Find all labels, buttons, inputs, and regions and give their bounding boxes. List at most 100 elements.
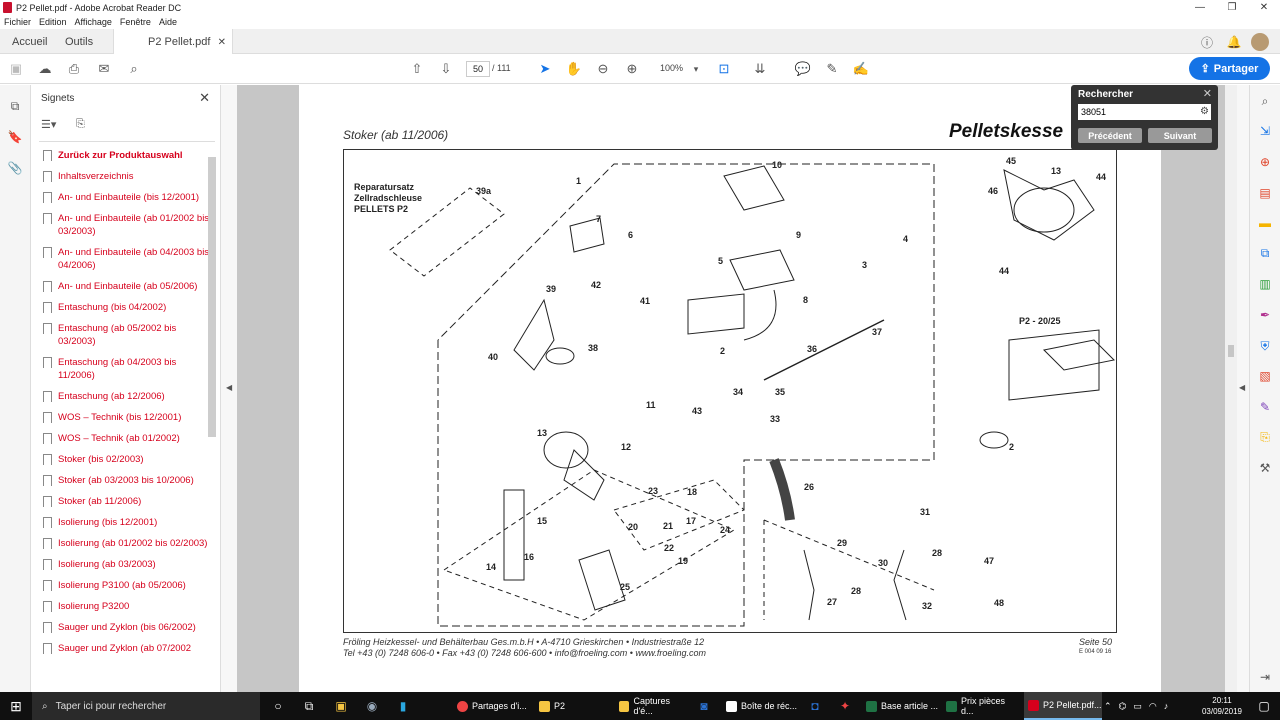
- redact-icon[interactable]: ▧: [1257, 368, 1273, 384]
- scrollbar-thumb[interactable]: [1228, 345, 1234, 357]
- minimize-icon[interactable]: —: [1184, 0, 1216, 15]
- app-icon[interactable]: ▮: [393, 697, 413, 715]
- taskbar-app-chrome[interactable]: Partages d'i...: [453, 692, 529, 720]
- tab-close-icon[interactable]: ✕: [218, 37, 226, 48]
- tab-tools[interactable]: Outils: [65, 29, 93, 54]
- collapse-tools-icon[interactable]: ⇥: [1257, 669, 1273, 685]
- export-pdf-icon[interactable]: ⇲: [1257, 123, 1273, 139]
- next-page-icon[interactable]: ⇩: [437, 60, 455, 78]
- store-icon[interactable]: ▣: [331, 697, 351, 715]
- page-number-input[interactable]: 50: [466, 61, 490, 77]
- more-tools-icon[interactable]: ⚒: [1257, 460, 1273, 476]
- taskbar-app-excel[interactable]: Prix pièces d...: [942, 692, 1020, 720]
- list-item[interactable]: Inhaltsverzeichnis: [43, 170, 211, 183]
- gear-icon[interactable]: ⚙: [1200, 106, 1209, 117]
- wifi-icon[interactable]: ◠: [1149, 701, 1157, 712]
- zoom-out-icon[interactable]: ⊖: [594, 60, 612, 78]
- fit-page-icon[interactable]: ⊡: [715, 60, 733, 78]
- highlight-pen-icon[interactable]: ✎: [823, 60, 841, 78]
- hand-tool-icon[interactable]: ✋: [565, 60, 583, 78]
- zoom-in-icon[interactable]: ⊕: [623, 60, 641, 78]
- collapse-right-icon[interactable]: ◀: [1239, 383, 1245, 392]
- zoom-tool-icon[interactable]: ⌕: [1257, 93, 1273, 109]
- compress-icon[interactable]: ▥: [1257, 276, 1273, 292]
- bookmark-icon[interactable]: 🔖: [7, 129, 23, 145]
- search-icon[interactable]: ⌕: [125, 60, 143, 78]
- list-item[interactable]: Isolierung P3200: [43, 600, 211, 613]
- taskbar-app-excel[interactable]: Base article ...: [862, 692, 940, 720]
- list-item[interactable]: Sauger und Zyklon (ab 07/2002: [43, 642, 211, 655]
- select-tool-icon[interactable]: ➤: [536, 60, 554, 78]
- app-icon[interactable]: ◉: [362, 697, 382, 715]
- find-next-button[interactable]: Suivant: [1148, 128, 1212, 143]
- notifications-icon[interactable]: ▢: [1254, 697, 1274, 715]
- taskbar-app-mail[interactable]: Boîte de réc...: [722, 692, 800, 720]
- battery-icon[interactable]: ▭: [1133, 701, 1142, 712]
- list-item[interactable]: Entaschung (ab 05/2002 bis 03/2003): [43, 322, 211, 348]
- bookmark-options-icon[interactable]: ☰▾: [41, 118, 56, 131]
- tab-home[interactable]: Accueil: [12, 29, 47, 54]
- sign-icon[interactable]: ✍: [852, 60, 870, 78]
- collapse-left-icon[interactable]: ◀: [226, 383, 232, 392]
- volume-icon[interactable]: ♪: [1164, 701, 1169, 711]
- help-icon[interactable]: ⓘ: [1198, 33, 1216, 51]
- app-icon[interactable]: ✦: [835, 697, 855, 715]
- find-previous-button[interactable]: Précédent: [1078, 128, 1142, 143]
- cortana-icon[interactable]: ○: [268, 697, 288, 715]
- taskbar-app-folder[interactable]: Captures d'é...: [615, 692, 689, 720]
- list-item[interactable]: An- und Einbauteile (bis 12/2001): [43, 191, 211, 204]
- list-item[interactable]: An- und Einbauteile (ab 01/2002 bis 03/2…: [43, 212, 211, 238]
- save-icon[interactable]: ▣: [7, 60, 25, 78]
- email-icon[interactable]: ✉: [95, 60, 113, 78]
- system-clock[interactable]: 20:11 03/09/2019: [1198, 695, 1246, 717]
- scan-icon[interactable]: ⎘: [1257, 429, 1273, 445]
- list-item[interactable]: An- und Einbauteile (ab 05/2006): [43, 280, 211, 293]
- list-item[interactable]: Isolierung (bis 12/2001): [43, 516, 211, 529]
- list-item[interactable]: An- und Einbauteile (ab 04/2003 bis 04/2…: [43, 246, 211, 272]
- zoom-level[interactable]: 100%: [660, 63, 683, 73]
- scroll-mode-icon[interactable]: ⇊: [751, 60, 769, 78]
- bookmark-scrollbar[interactable]: [208, 147, 216, 687]
- list-item[interactable]: Isolierung (ab 03/2003): [43, 558, 211, 571]
- page-thumbnails-icon[interactable]: ⧉: [7, 98, 23, 114]
- document-view[interactable]: Stoker (ab 11/2006) Pelletskesse Reparat…: [237, 85, 1225, 692]
- previous-page-icon[interactable]: ⇧: [408, 60, 426, 78]
- zoom-dropdown-icon[interactable]: ▾: [687, 60, 705, 78]
- menu-view[interactable]: Affichage: [75, 17, 112, 27]
- taskbar-search[interactable]: ⌕ Taper ici pour rechercher: [32, 692, 260, 720]
- app-icon[interactable]: ◘: [805, 697, 825, 715]
- find-input[interactable]: [1078, 104, 1211, 120]
- restore-icon[interactable]: ❐: [1216, 0, 1248, 15]
- list-item[interactable]: Isolierung P3100 (ab 05/2006): [43, 579, 211, 592]
- chevron-up-icon[interactable]: ⌃: [1104, 701, 1112, 712]
- taskbar-app-acrobat[interactable]: P2 Pellet.pdf...: [1024, 692, 1102, 720]
- list-item[interactable]: WOS – Technik (bis 12/2001): [43, 411, 211, 424]
- cloud-upload-icon[interactable]: ☁: [36, 60, 54, 78]
- windows-start-icon[interactable]: ⊞: [0, 692, 32, 720]
- protect-icon[interactable]: ⛨: [1257, 338, 1273, 354]
- menu-edit[interactable]: Edition: [39, 17, 67, 27]
- attachment-icon[interactable]: 📎: [7, 160, 23, 176]
- network-icon[interactable]: ⌬: [1119, 701, 1127, 712]
- task-view-icon[interactable]: ⧉: [299, 697, 319, 715]
- send-sign-icon[interactable]: ✎: [1257, 399, 1273, 415]
- print-icon[interactable]: ⎙: [65, 60, 83, 78]
- list-item[interactable]: Isolierung (ab 01/2002 bis 02/2003): [43, 537, 211, 550]
- taskbar-app-folder[interactable]: P2: [535, 692, 609, 720]
- menu-file[interactable]: Fichier: [4, 17, 31, 27]
- list-item[interactable]: Entaschung (ab 12/2006): [43, 390, 211, 403]
- share-button[interactable]: ⇪ Partager: [1189, 57, 1270, 80]
- panel-collapse-strip[interactable]: ◀: [221, 85, 237, 692]
- comment-icon[interactable]: 💬: [794, 60, 812, 78]
- list-item[interactable]: Stoker (ab 11/2006): [43, 495, 211, 508]
- list-item[interactable]: WOS – Technik (ab 01/2002): [43, 432, 211, 445]
- new-bookmark-icon[interactable]: ⎘: [76, 118, 85, 131]
- list-item[interactable]: Entaschung (bis 04/2002): [43, 301, 211, 314]
- organize-pages-icon[interactable]: ▤: [1257, 185, 1273, 201]
- list-item[interactable]: Sauger und Zyklon (bis 06/2002): [43, 621, 211, 634]
- menu-window[interactable]: Fenêtre: [120, 17, 151, 27]
- comment-tool-icon[interactable]: ▬: [1257, 215, 1273, 231]
- scrollbar-thumb[interactable]: [208, 157, 216, 437]
- tab-document[interactable]: P2 Pellet.pdf ✕: [113, 29, 233, 55]
- list-item[interactable]: Entaschung (ab 04/2003 bis 11/2006): [43, 356, 211, 382]
